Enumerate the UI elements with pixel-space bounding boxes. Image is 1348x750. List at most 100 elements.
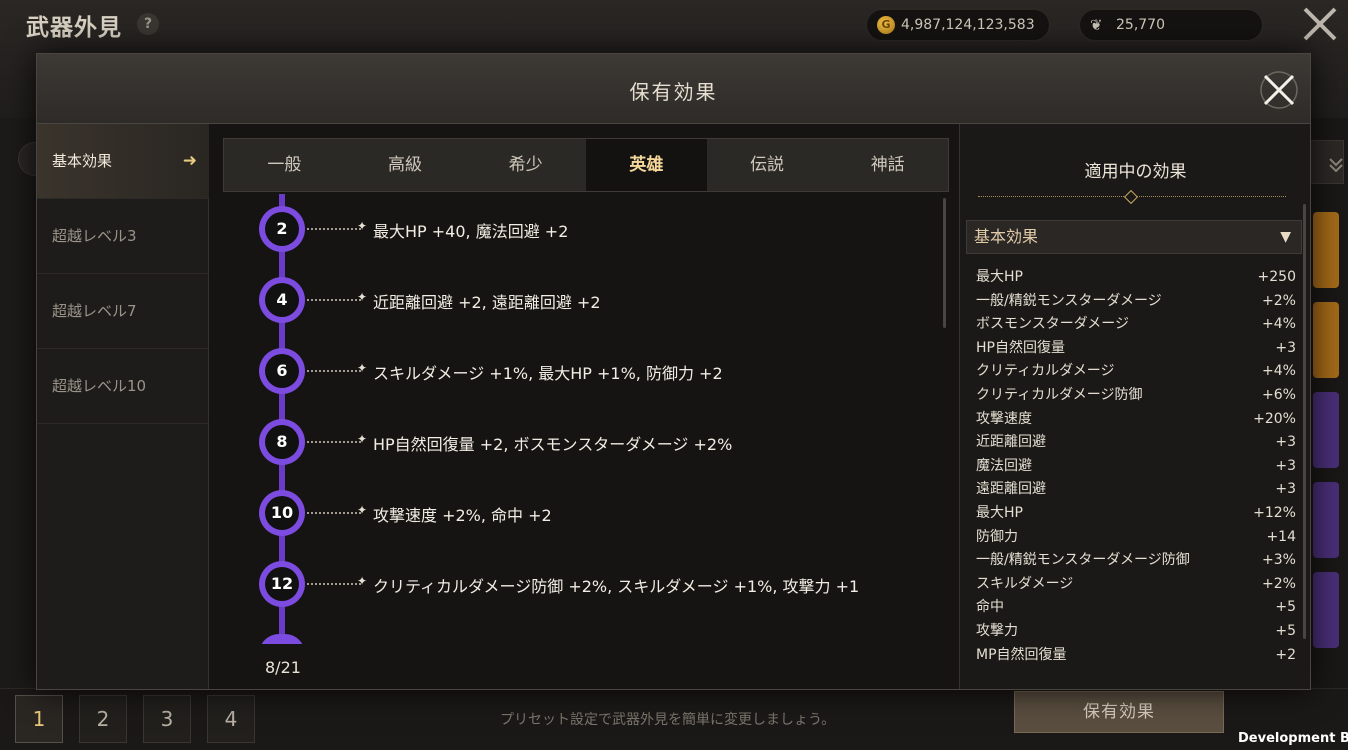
sparkle-icon: ✦ xyxy=(357,361,368,375)
effect-name: スキルダメージ xyxy=(976,575,1074,592)
holding-effects-button[interactable]: 保有効果 xyxy=(1014,691,1224,733)
milestone-level: 2 xyxy=(265,212,299,246)
milestone-level: 6 xyxy=(265,354,299,388)
sparkle-icon: ✦ xyxy=(357,503,368,517)
effect-name: 遠距離回避 xyxy=(976,481,1046,498)
dotted-connector xyxy=(307,512,361,514)
milestone-timeline[interactable]: 2 ✦ 最大HP +40, 魔法回避 +2 4 ✦ 近距離回避 +2, 遠距離回… xyxy=(223,194,949,644)
effect-name: クリティカルダメージ xyxy=(976,363,1115,380)
dotted-connector xyxy=(307,299,361,301)
effect-value: +2% xyxy=(1262,292,1296,309)
modal-title: 保有効果 xyxy=(629,80,718,104)
close-icon[interactable] xyxy=(1257,68,1301,112)
effect-value: +4% xyxy=(1262,316,1296,333)
milestone-effect: 最大HP +40, 魔法回避 +2 xyxy=(373,222,569,241)
milestone-row: 8 ✦ HP自然回復量 +2, ボスモンスターダメージ +2% xyxy=(259,419,939,465)
effect-row: クリティカルダメージ防御 +6% xyxy=(976,384,1296,408)
effect-name: 攻撃速度 xyxy=(976,410,1032,427)
nav-item-transcend-3[interactable]: 超越レベル3 xyxy=(37,199,209,274)
gold-amount: 4,987,124,123,583 xyxy=(901,17,1035,33)
tab-rare[interactable]: 希少 xyxy=(465,139,586,191)
tab-mythic[interactable]: 神話 xyxy=(827,139,948,191)
milestone-effect: HP自然回復量 +2, ボスモンスターダメージ +2% xyxy=(373,435,733,454)
feather-amount: 25,770 xyxy=(1116,17,1165,33)
effects-nav: 基本効果 ➜ 超越レベル3 超越レベル7 超越レベル10 xyxy=(37,124,209,689)
milestone-level: 4 xyxy=(265,283,299,317)
tab-common[interactable]: 一般 xyxy=(224,139,345,191)
milestone-effect: クリティカルダメージ防御 +2%, スキルダメージ +1%, 攻撃力 +1 xyxy=(373,577,860,596)
effect-value: +5 xyxy=(1275,622,1296,639)
preset-button-4[interactable]: 4 xyxy=(207,695,255,743)
effect-row: ボスモンスターダメージ +4% xyxy=(976,313,1296,337)
effect-row: 遠距離回避 +3 xyxy=(976,478,1296,502)
effect-name: 魔法回避 xyxy=(976,457,1032,474)
feather-display: ❦ 25,770 xyxy=(1079,9,1263,41)
milestone-effect: スキルダメージ +1%, 最大HP +1%, 防御力 +2 xyxy=(373,364,723,383)
effect-row: 一般/精鋭モンスターダメージ +2% xyxy=(976,290,1296,314)
effect-row: 命中 +5 xyxy=(976,596,1296,620)
effect-row: 近距離回避 +3 xyxy=(976,431,1296,455)
sparkle-icon: ✦ xyxy=(357,432,368,446)
page-close-icon[interactable] xyxy=(1300,4,1340,44)
effect-row: スキルダメージ +2% xyxy=(976,573,1296,597)
nav-item-transcend-7[interactable]: 超越レベル7 xyxy=(37,274,209,349)
nav-item-transcend-10[interactable]: 超越レベル10 xyxy=(37,349,209,424)
effect-value: +5 xyxy=(1275,599,1296,616)
sparkle-icon: ✦ xyxy=(357,219,368,233)
arrow-right-icon: ➜ xyxy=(182,151,197,171)
effect-value: +3 xyxy=(1275,434,1296,451)
tab-heroic[interactable]: 英雄 xyxy=(586,139,707,191)
background-item-card[interactable] xyxy=(1313,302,1339,378)
help-icon[interactable]: ? xyxy=(137,13,159,35)
page-title: 武器外見 xyxy=(26,15,122,41)
milestone-effect: 攻撃速度 +2%, 命中 +2 xyxy=(373,506,552,525)
dotted-connector xyxy=(307,583,361,585)
tab-legendary[interactable]: 伝説 xyxy=(707,139,828,191)
milestone-node: 6 xyxy=(259,348,305,394)
milestone-row: 4 ✦ 近距離回避 +2, 遠距離回避 +2 xyxy=(259,277,939,323)
milestone-row: 12 ✦ クリティカルダメージ防御 +2%, スキルダメージ +1%, 攻撃力 … xyxy=(259,561,939,607)
effect-value: +2% xyxy=(1262,575,1296,592)
effect-name: MP自然回復量 xyxy=(976,646,1067,663)
milestone-node: 12 xyxy=(259,561,305,607)
effects-list: 最大HP +250 一般/精鋭モンスターダメージ +2% ボスモンスターダメージ +4… xyxy=(976,266,1296,667)
grade-tabs: 一般 高級 希少 英雄 伝説 神話 xyxy=(223,138,949,192)
tab-advanced[interactable]: 高級 xyxy=(345,139,466,191)
dev-build-label: Development Build xyxy=(1238,731,1348,746)
effect-name: 最大HP xyxy=(976,504,1023,521)
effect-name: 命中 xyxy=(976,599,1004,616)
diamond-icon xyxy=(1123,189,1139,205)
timeline-scrollbar[interactable] xyxy=(943,198,946,328)
effects-scrollbar[interactable] xyxy=(1303,204,1306,639)
preset-hint: プリセット設定で武器外見を簡単に変更しましょう。 xyxy=(500,712,836,728)
effect-name: 一般/精鋭モンスターダメージ xyxy=(976,292,1162,309)
effect-name: 最大HP xyxy=(976,269,1023,285)
preset-button-3[interactable]: 3 xyxy=(143,695,191,743)
preset-button-2[interactable]: 2 xyxy=(79,695,127,743)
preset-button-1[interactable]: 1 xyxy=(15,695,63,743)
grade-effects-panel: 一般 高級 希少 英雄 伝説 神話 2 ✦ 最大HP +40, 魔法回避 +2 … xyxy=(223,138,949,683)
effect-row: HP自然回復量 +3 xyxy=(976,337,1296,361)
effect-name: クリティカルダメージ防御 xyxy=(976,386,1143,403)
background-item-card[interactable] xyxy=(1313,392,1339,468)
section-dropdown[interactable]: 基本効果 ▼ xyxy=(966,220,1302,254)
milestone-row: 10 ✦ 攻撃速度 +2%, 命中 +2 xyxy=(259,490,939,536)
milestone-level: 8 xyxy=(265,425,299,459)
background-item-card[interactable] xyxy=(1313,212,1339,288)
nav-item-label: 基本効果 xyxy=(52,152,113,170)
effect-value: +14 xyxy=(1266,528,1296,545)
background-dropdown[interactable] xyxy=(1310,140,1344,184)
effect-value: +3 xyxy=(1275,481,1296,498)
effect-name: 攻撃力 xyxy=(976,622,1018,639)
milestone-node xyxy=(259,634,305,644)
milestone-node: 10 xyxy=(259,490,305,536)
milestone-level: 10 xyxy=(265,496,299,530)
effect-name: 一般/精鋭モンスターダメージ防御 xyxy=(976,552,1190,569)
milestone-node: 4 xyxy=(259,277,305,323)
background-item-card[interactable] xyxy=(1313,482,1339,558)
effect-row: 最大HP +250 xyxy=(976,266,1296,290)
nav-item-basic[interactable]: 基本効果 ➜ xyxy=(37,124,209,199)
modal-header: 保有効果 xyxy=(37,54,1310,124)
background-item-card[interactable] xyxy=(1313,572,1339,648)
effect-row: MP自然回復量 +2 xyxy=(976,644,1296,668)
